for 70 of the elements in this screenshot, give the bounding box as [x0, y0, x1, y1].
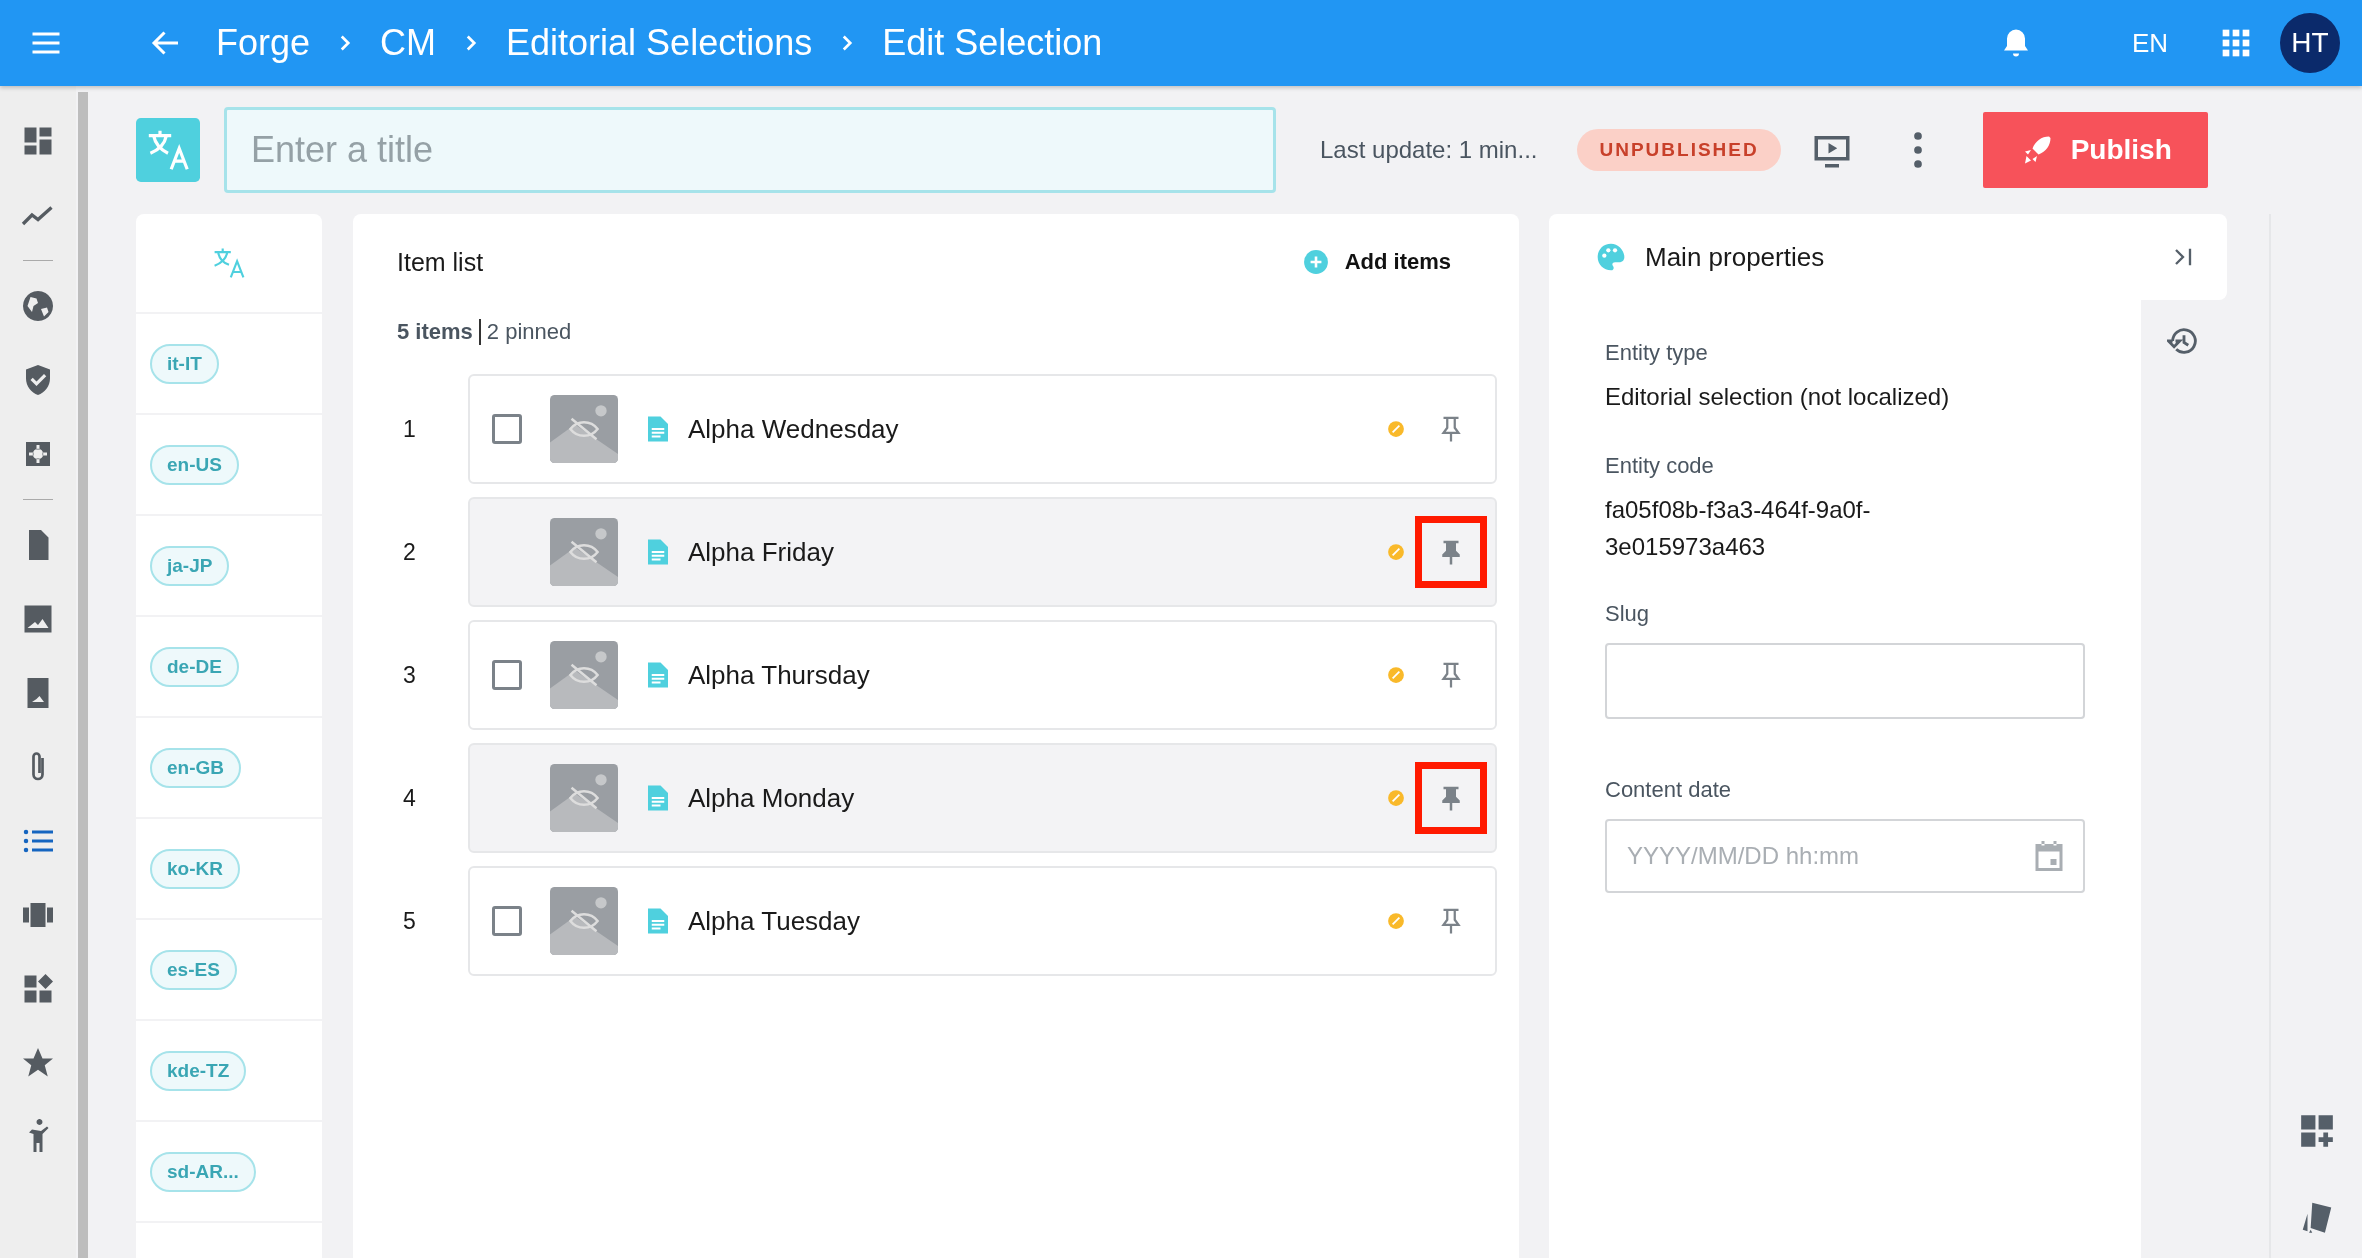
breadcrumb-link[interactable]: Forge	[216, 22, 311, 64]
document-icon	[648, 539, 668, 565]
panel-title: Main properties	[1645, 241, 1826, 273]
locale-tag[interactable]: ko-KR	[150, 848, 240, 889]
document-icon	[648, 662, 668, 688]
publish-button[interactable]: Publish	[1982, 112, 2208, 188]
checkbox[interactable]	[492, 906, 522, 936]
row-number: 3	[402, 661, 417, 689]
breadcrumb-link[interactable]: Edit Selection	[882, 22, 1103, 64]
locale-tag[interactable]: it-IT	[150, 343, 219, 384]
hidden-image-placeholder	[550, 395, 618, 463]
hidden-image-placeholder	[550, 518, 618, 586]
locale-tag[interactable]: kde-TZ	[150, 1050, 247, 1091]
locale-tag[interactable]: es-ES	[150, 949, 237, 990]
item-card[interactable]: Alpha Wednesday	[468, 374, 1497, 484]
checkbox[interactable]	[492, 660, 522, 690]
locale-tag[interactable]: ja-JP	[150, 545, 230, 586]
pinned-count: 2 pinned	[486, 319, 572, 345]
slug-input[interactable]	[1605, 643, 2085, 719]
checkbox[interactable]	[492, 414, 522, 444]
item-card[interactable]: Alpha Thursday	[468, 620, 1497, 730]
breadcrumb-link[interactable]: CM	[380, 22, 437, 64]
locale-tag[interactable]: sd-AR...	[150, 1151, 256, 1192]
content-date-input[interactable]: YYYY/MM/DD hh:mm	[1605, 819, 2085, 893]
document-icon	[648, 908, 668, 934]
entity-type-value: Editorial selection (not localized)	[1605, 382, 1951, 412]
item-name: Alpha Monday	[688, 782, 856, 814]
palette-icon	[1595, 241, 1627, 273]
hidden-image-placeholder	[550, 764, 618, 832]
row-number: 5	[402, 907, 417, 935]
apps-grid-icon[interactable]	[2220, 27, 2252, 59]
field-label: Entity code	[1605, 453, 1715, 479]
hidden-image-placeholder	[550, 641, 618, 709]
document-icon	[648, 785, 668, 811]
breadcrumb-link[interactable]: Editorial Selections	[506, 22, 813, 64]
row-number: 2	[402, 538, 417, 566]
field-label: Entity type	[1605, 340, 1709, 366]
item-count: 5 items	[397, 319, 473, 345]
status-icon	[1387, 420, 1405, 438]
entity-code-value: fa05f08b-f3a3-464f-9a0f-3e015973a463	[1605, 495, 1872, 562]
item-card[interactable]: Alpha Friday	[468, 497, 1497, 607]
item-name: Alpha Friday	[688, 536, 835, 568]
status-badge: UNPUBLISHED	[1577, 129, 1781, 171]
status-icon	[1387, 912, 1405, 930]
field-label: Slug	[1605, 601, 1651, 627]
last-update-text: Last update: 1 min...	[1320, 136, 1538, 164]
status-icon	[1387, 543, 1405, 561]
panel-title: Item list	[397, 247, 484, 277]
item-card[interactable]: Alpha Tuesday	[468, 866, 1497, 976]
hidden-image-placeholder	[550, 887, 618, 955]
title-input[interactable]: Enter a title	[224, 107, 1276, 193]
globe-icon[interactable]	[20, 288, 56, 324]
document-icon	[648, 416, 668, 442]
locale-tag[interactable]: de-DE	[150, 646, 239, 687]
locale-tag[interactable]: en-GB	[150, 747, 241, 788]
status-icon	[1387, 666, 1405, 684]
item-name: Alpha Thursday	[688, 659, 871, 691]
user-avatar[interactable]: HT	[2280, 13, 2340, 73]
item-card[interactable]: Alpha Monday	[468, 743, 1497, 853]
scrollbar[interactable]	[78, 92, 88, 1258]
language-selector[interactable]: EN	[2131, 27, 2168, 59]
row-number: 1	[402, 415, 417, 443]
add-items-button[interactable]: Add items	[1296, 248, 1457, 276]
item-name: Alpha Tuesday	[688, 905, 861, 937]
field-label: Content date	[1605, 777, 1732, 803]
item-name: Alpha Wednesday	[688, 413, 900, 445]
status-icon	[1387, 789, 1405, 807]
locale-tag[interactable]: en-US	[150, 444, 239, 485]
row-number: 4	[402, 784, 417, 812]
add-icon	[1302, 249, 1329, 275]
